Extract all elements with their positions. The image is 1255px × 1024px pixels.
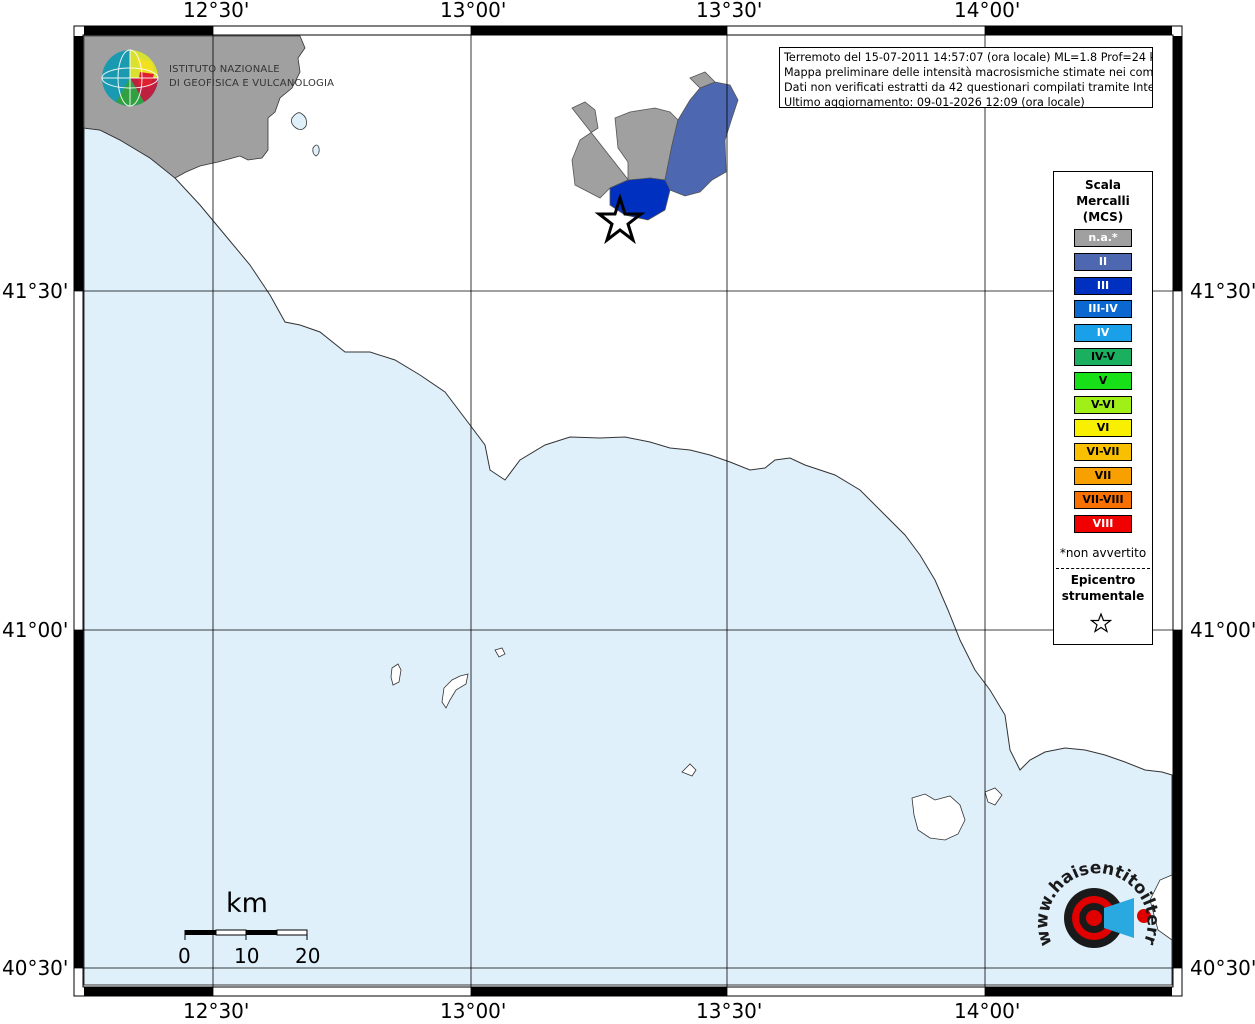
scale-bar-label: 0 (178, 944, 191, 968)
legend-item: VII-VIII (1074, 490, 1132, 509)
legend-item: V-VI (1074, 395, 1132, 414)
legend-title-line: Mercalli (1076, 194, 1130, 208)
legend-item: n.a.* (1074, 229, 1132, 247)
event-info-box: Terremoto del 15-07-2011 14:57:07 (ora l… (779, 47, 1153, 108)
ingv-line: DI GEOFISICA E VULCANOLOGIA (169, 78, 335, 89)
lon-tick-bottom: 13°00' (440, 999, 507, 1023)
legend-epicenter-label: Epicentro strumentale (1054, 572, 1152, 604)
legend-item: IV (1074, 324, 1132, 343)
lon-tick-bottom: 13°30' (696, 999, 763, 1023)
scale-bar-label: 20 (295, 944, 321, 968)
ingv-logo-text: ISTITUTO NAZIONALE DI GEOFISICA E VULCAN… (169, 63, 334, 91)
legend-note: *non avvertito (1059, 546, 1147, 560)
lon-tick-top: 13°30' (696, 0, 763, 22)
event-info-line: Dati non verificati estratti da 42 quest… (784, 81, 1153, 94)
lat-tick-right: 41°00' (1190, 618, 1255, 642)
target-icon: www.haisentitoilterremoto.it (1021, 847, 1163, 948)
lon-tick-top: 13°00' (440, 0, 507, 22)
globe-icon (101, 49, 159, 107)
star-icon (1090, 612, 1112, 633)
legend-item: VI (1074, 419, 1132, 438)
legend-item: V (1074, 371, 1132, 390)
legend-epicenter-line: Epicentro (1070, 573, 1136, 587)
haisentito-logo: www.haisentitoilterremoto.it (1021, 847, 1170, 978)
legend-item: II (1074, 252, 1132, 271)
lat-tick-left: 41°00' (2, 618, 69, 642)
legend-item: III-IV (1074, 300, 1132, 319)
lon-tick-bottom: 12°30' (183, 999, 250, 1023)
lat-tick-right: 40°30' (1190, 956, 1255, 980)
lon-tick-top: 12°30' (183, 0, 250, 22)
legend-title-line: (MCS) (1082, 210, 1124, 224)
legend-item: IV-V (1074, 348, 1132, 366)
ingv-line: ISTITUTO NAZIONALE (169, 64, 280, 75)
event-info-line: Terremoto del 15-07-2011 14:57:07 (ora l… (784, 51, 1153, 64)
lat-tick-left: 41°30' (2, 279, 69, 303)
legend-item: VII (1074, 467, 1132, 485)
legend-item: VI-VII (1074, 443, 1132, 462)
legend-item: III (1074, 276, 1132, 295)
event-info-line: Mappa preliminare delle intensità macros… (784, 66, 1153, 79)
legend-epicenter-line: strumentale (1061, 589, 1145, 603)
ingv-logo (100, 48, 164, 114)
lon-tick-bottom: 14°00' (954, 999, 1021, 1023)
legend-item: VIII (1074, 514, 1132, 533)
lat-tick-right: 41°30' (1190, 279, 1255, 303)
scale-bar-unit: km (226, 888, 268, 919)
lake (312, 144, 320, 157)
lat-tick-left: 40°30' (2, 956, 69, 980)
legend-title-line: Scala (1084, 178, 1122, 192)
lon-tick-top: 14°00' (954, 0, 1021, 22)
legend-separator (1056, 568, 1150, 569)
scale-bar-label: 10 (234, 944, 260, 968)
mcs-legend: Scala Mercalli (MCS) n.a.* II III III-IV IV I… (1053, 171, 1153, 645)
event-info-line: Ultimo aggiornamento: 09-01-2026 12:09 (… (784, 96, 1085, 108)
legend-title: Scala Mercalli (MCS) (1054, 177, 1152, 225)
